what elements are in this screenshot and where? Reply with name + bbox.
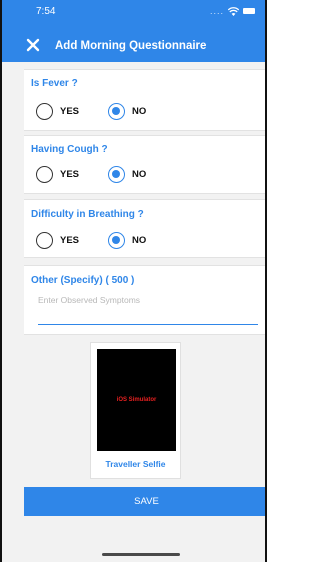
cough-yes-radio[interactable]: YES xyxy=(36,166,79,183)
other-symptoms-card: Other (Specify) ( 500 ) xyxy=(24,265,265,335)
wifi-icon xyxy=(228,6,239,16)
option-label: YES xyxy=(60,169,80,180)
phone-screen: 7:54 .... Add Morning Questionnaire Is F… xyxy=(0,0,267,562)
radio-button-selected[interactable] xyxy=(108,103,125,120)
status-time: 7:54 xyxy=(36,6,56,17)
traveller-selfie-card[interactable]: iOS Simulator Traveller Selfie xyxy=(90,342,181,479)
fever-yes-radio[interactable]: YES xyxy=(36,103,79,120)
fever-no-radio[interactable]: NO xyxy=(108,103,146,120)
option-label: NO xyxy=(132,235,147,246)
question-title-fever: Is Fever ? xyxy=(31,78,78,89)
radio-button[interactable] xyxy=(36,232,53,249)
breathing-yes-radio[interactable]: YES xyxy=(36,232,79,249)
option-label: NO xyxy=(132,106,147,117)
option-label: YES xyxy=(60,235,80,246)
page-title: Add Morning Questionnaire xyxy=(55,40,207,52)
battery-icon xyxy=(243,8,255,14)
question-title-cough: Having Cough ? xyxy=(31,144,108,155)
home-indicator xyxy=(102,553,180,556)
selfie-image[interactable]: iOS Simulator xyxy=(97,349,176,451)
selfie-image-text: iOS Simulator xyxy=(116,397,157,403)
radio-button[interactable] xyxy=(36,166,53,183)
selfie-label: Traveller Selfie xyxy=(105,459,166,469)
close-icon[interactable] xyxy=(26,38,40,52)
question-title-breathing: Difficulty in Breathing ? xyxy=(31,209,144,220)
question-card-breathing: Difficulty in Breathing ? YES NO xyxy=(24,199,265,258)
radio-button[interactable] xyxy=(36,103,53,120)
option-label: YES xyxy=(60,106,80,117)
question-card-fever: Is Fever ? YES NO xyxy=(24,69,265,131)
radio-button-selected[interactable] xyxy=(108,232,125,249)
signal-dots: .... xyxy=(209,6,224,16)
other-symptoms-title: Other (Specify) ( 500 ) xyxy=(31,275,135,286)
save-button[interactable]: SAVE xyxy=(24,487,265,516)
option-label: NO xyxy=(132,169,147,180)
breathing-no-radio[interactable]: NO xyxy=(108,232,146,249)
question-card-cough: Having Cough ? YES NO xyxy=(24,135,265,194)
header-bar: 7:54 .... Add Morning Questionnaire xyxy=(2,0,265,62)
symptoms-input[interactable] xyxy=(38,293,258,325)
radio-button-selected[interactable] xyxy=(108,166,125,183)
cough-no-radio[interactable]: NO xyxy=(108,166,146,183)
status-icons: .... xyxy=(210,5,255,17)
